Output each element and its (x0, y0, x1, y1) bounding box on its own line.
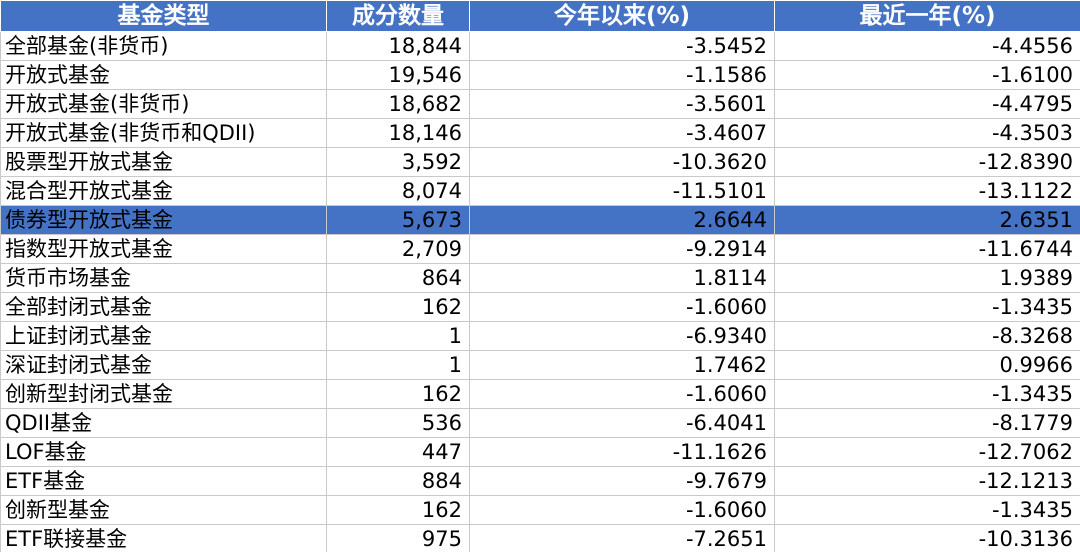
table-row-selected[interactable]: 债券型开放式基金 5,673 2.6644 2.6351 (0, 205, 1080, 235)
cell-count[interactable]: 884 (326, 466, 470, 496)
cell-one-year-return[interactable]: -4.4556 (774, 31, 1080, 61)
fund-performance-table: 基金类型 成分数量 今年以来(%) 最近一年(%) 全部基金(非货币) 18,84… (0, 0, 1080, 552)
header-row: 基金类型 成分数量 今年以来(%) 最近一年(%) (0, 0, 1080, 32)
table-row[interactable]: 开放式基金 19,546 -1.1586 -1.6100 (0, 60, 1080, 90)
cell-ytd-return[interactable]: -6.9340 (469, 321, 775, 351)
cell-fund-type[interactable]: 混合型开放式基金 (0, 176, 327, 206)
cell-fund-type[interactable]: 创新型基金 (0, 495, 327, 525)
cell-ytd-return[interactable]: -11.5101 (469, 176, 775, 206)
cell-fund-type[interactable]: 开放式基金(非货币和QDII) (0, 118, 327, 148)
header-count[interactable]: 成分数量 (326, 0, 470, 32)
cell-fund-type[interactable]: 指数型开放式基金 (0, 234, 327, 264)
cell-one-year-return[interactable]: 2.6351 (774, 205, 1080, 235)
cell-count[interactable]: 162 (326, 379, 470, 409)
cell-one-year-return[interactable]: -11.6744 (774, 234, 1080, 264)
cell-ytd-return[interactable]: -6.4041 (469, 408, 775, 438)
cell-one-year-return[interactable]: -1.6100 (774, 60, 1080, 90)
cell-ytd-return[interactable]: 2.6644 (469, 205, 775, 235)
cell-count[interactable]: 1 (326, 321, 470, 351)
cell-ytd-return[interactable]: 1.8114 (469, 263, 775, 293)
table-row[interactable]: QDII基金 536 -6.4041 -8.1779 (0, 408, 1080, 438)
cell-fund-type[interactable]: 深证封闭式基金 (0, 350, 327, 380)
cell-one-year-return[interactable]: -1.3435 (774, 495, 1080, 525)
cell-count[interactable]: 3,592 (326, 147, 470, 177)
cell-count[interactable]: 19,546 (326, 60, 470, 90)
cell-ytd-return[interactable]: -10.3620 (469, 147, 775, 177)
table-row[interactable]: 混合型开放式基金 8,074 -11.5101 -13.1122 (0, 176, 1080, 206)
cell-fund-type[interactable]: QDII基金 (0, 408, 327, 438)
table-row[interactable]: 全部基金(非货币) 18,844 -3.5452 -4.4556 (0, 31, 1080, 61)
cell-count[interactable]: 5,673 (326, 205, 470, 235)
cell-fund-type[interactable]: 上证封闭式基金 (0, 321, 327, 351)
cell-one-year-return[interactable]: -12.1213 (774, 466, 1080, 496)
cell-ytd-return[interactable]: -3.5452 (469, 31, 775, 61)
table-row[interactable]: 开放式基金(非货币) 18,682 -3.5601 -4.4795 (0, 89, 1080, 119)
cell-ytd-return[interactable]: -7.2651 (469, 524, 775, 552)
cell-count[interactable]: 2,709 (326, 234, 470, 264)
cell-count[interactable]: 18,682 (326, 89, 470, 119)
cell-count[interactable]: 162 (326, 495, 470, 525)
cell-one-year-return[interactable]: -4.3503 (774, 118, 1080, 148)
cell-fund-type[interactable]: 全部封闭式基金 (0, 292, 327, 322)
cell-fund-type[interactable]: 全部基金(非货币) (0, 31, 327, 61)
cell-count[interactable]: 975 (326, 524, 470, 552)
cell-fund-type[interactable]: 债券型开放式基金 (0, 205, 327, 235)
header-ytd-return[interactable]: 今年以来(%) (469, 0, 775, 32)
cell-ytd-return[interactable]: -1.6060 (469, 495, 775, 525)
table-row[interactable]: LOF基金 447 -11.1626 -12.7062 (0, 437, 1080, 467)
cell-ytd-return[interactable]: -9.2914 (469, 234, 775, 264)
table-row[interactable]: 指数型开放式基金 2,709 -9.2914 -11.6744 (0, 234, 1080, 264)
cell-ytd-return[interactable]: -11.1626 (469, 437, 775, 467)
cell-one-year-return[interactable]: -1.3435 (774, 379, 1080, 409)
table-row[interactable]: ETF基金 884 -9.7679 -12.1213 (0, 466, 1080, 496)
cell-one-year-return[interactable]: -8.1779 (774, 408, 1080, 438)
cell-ytd-return[interactable]: 1.7462 (469, 350, 775, 380)
table-row[interactable]: 全部封闭式基金 162 -1.6060 -1.3435 (0, 292, 1080, 322)
cell-count[interactable]: 447 (326, 437, 470, 467)
cell-count[interactable]: 162 (326, 292, 470, 322)
cell-ytd-return[interactable]: -9.7679 (469, 466, 775, 496)
header-fund-type[interactable]: 基金类型 (0, 0, 327, 32)
table-row[interactable]: 开放式基金(非货币和QDII) 18,146 -3.4607 -4.3503 (0, 118, 1080, 148)
cell-ytd-return[interactable]: -3.4607 (469, 118, 775, 148)
table-row[interactable]: 上证封闭式基金 1 -6.9340 -8.3268 (0, 321, 1080, 351)
cell-fund-type[interactable]: 开放式基金 (0, 60, 327, 90)
table-row[interactable]: 创新型基金 162 -1.6060 -1.3435 (0, 495, 1080, 525)
cell-one-year-return[interactable]: -1.3435 (774, 292, 1080, 322)
cell-one-year-return[interactable]: -12.8390 (774, 147, 1080, 177)
cell-one-year-return[interactable]: 1.9389 (774, 263, 1080, 293)
table-row[interactable]: 创新型封闭式基金 162 -1.6060 -1.3435 (0, 379, 1080, 409)
table-row[interactable]: 货币市场基金 864 1.8114 1.9389 (0, 263, 1080, 293)
table-row[interactable]: 股票型开放式基金 3,592 -10.3620 -12.8390 (0, 147, 1080, 177)
cell-count[interactable]: 1 (326, 350, 470, 380)
cell-count[interactable]: 536 (326, 408, 470, 438)
cell-fund-type[interactable]: 开放式基金(非货币) (0, 89, 327, 119)
cell-fund-type[interactable]: ETF基金 (0, 466, 327, 496)
cell-fund-type[interactable]: 股票型开放式基金 (0, 147, 327, 177)
cell-ytd-return[interactable]: -3.5601 (469, 89, 775, 119)
cell-ytd-return[interactable]: -1.6060 (469, 379, 775, 409)
cell-fund-type[interactable]: 货币市场基金 (0, 263, 327, 293)
cell-one-year-return[interactable]: 0.9966 (774, 350, 1080, 380)
table-row[interactable]: 深证封闭式基金 1 1.7462 0.9966 (0, 350, 1080, 380)
cell-fund-type[interactable]: ETF联接基金 (0, 524, 327, 552)
cell-one-year-return[interactable]: -4.4795 (774, 89, 1080, 119)
cell-count[interactable]: 18,146 (326, 118, 470, 148)
table-header: 基金类型 成分数量 今年以来(%) 最近一年(%) (0, 0, 1080, 32)
cell-ytd-return[interactable]: -1.1586 (469, 60, 775, 90)
cell-one-year-return[interactable]: -10.3136 (774, 524, 1080, 552)
cell-one-year-return[interactable]: -8.3268 (774, 321, 1080, 351)
cell-fund-type[interactable]: LOF基金 (0, 437, 327, 467)
cell-count[interactable]: 18,844 (326, 31, 470, 61)
cell-one-year-return[interactable]: -12.7062 (774, 437, 1080, 467)
cell-count[interactable]: 864 (326, 263, 470, 293)
cell-one-year-return[interactable]: -13.1122 (774, 176, 1080, 206)
cell-count[interactable]: 8,074 (326, 176, 470, 206)
table-body: 全部基金(非货币) 18,844 -3.5452 -4.4556 开放式基金 19,546… (0, 31, 1080, 552)
table-row[interactable]: ETF联接基金 975 -7.2651 -10.3136 (0, 524, 1080, 552)
header-one-year-return[interactable]: 最近一年(%) (774, 0, 1080, 32)
cell-ytd-return[interactable]: -1.6060 (469, 292, 775, 322)
cell-fund-type[interactable]: 创新型封闭式基金 (0, 379, 327, 409)
